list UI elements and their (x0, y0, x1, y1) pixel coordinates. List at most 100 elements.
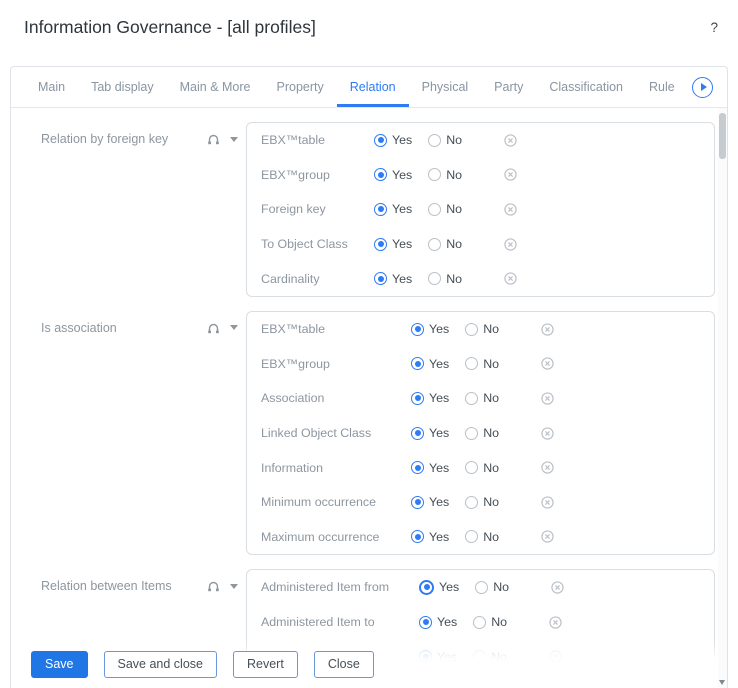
clear-value-icon[interactable] (541, 323, 554, 336)
tab-main-more[interactable]: Main & More (167, 67, 264, 107)
radio-yes[interactable] (411, 496, 424, 509)
radio-yes[interactable] (419, 616, 432, 629)
radio-option-no[interactable]: No (465, 426, 499, 440)
radio-yes[interactable] (374, 168, 387, 181)
radio-yes[interactable] (411, 323, 424, 336)
radio-option-yes[interactable]: Yes (411, 461, 449, 475)
radio-no[interactable] (475, 581, 488, 594)
save-and-close-button[interactable]: Save and close (104, 651, 217, 678)
radio-no[interactable] (465, 357, 478, 370)
radio-yes[interactable] (411, 461, 424, 474)
form-content: Relation by foreign keyEBX™tableYesNoEBX… (11, 108, 718, 688)
clear-value-icon[interactable] (551, 581, 564, 594)
tab-list: MainTab displayMain & MorePropertyRelati… (25, 67, 688, 107)
clear-value-icon[interactable] (549, 616, 562, 629)
radio-option-yes[interactable]: Yes (374, 237, 412, 251)
close-button[interactable]: Close (314, 651, 374, 678)
radio-no[interactable] (465, 323, 478, 336)
radio-yes[interactable] (374, 203, 387, 216)
radio-option-yes[interactable]: Yes (411, 391, 449, 405)
save-button[interactable]: Save (31, 651, 88, 678)
radio-no[interactable] (465, 461, 478, 474)
clear-value-icon[interactable] (504, 272, 517, 285)
radio-no[interactable] (428, 272, 441, 285)
radio-yes[interactable] (374, 238, 387, 251)
radio-option-no[interactable]: No (428, 272, 462, 286)
clear-value-icon[interactable] (541, 392, 554, 405)
tab-party[interactable]: Party (481, 67, 536, 107)
radio-option-no[interactable]: No (428, 202, 462, 216)
radio-option-yes[interactable]: Yes (411, 495, 449, 509)
radio-yes[interactable] (374, 272, 387, 285)
clear-value-icon[interactable] (504, 238, 517, 251)
radio-option-no[interactable]: No (473, 615, 507, 629)
radio-yes[interactable] (419, 580, 434, 595)
radio-option-yes[interactable]: Yes (374, 133, 412, 147)
clear-value-icon[interactable] (504, 168, 517, 181)
radio-no[interactable] (428, 203, 441, 216)
radio-no[interactable] (465, 392, 478, 405)
scrollbar[interactable] (718, 108, 727, 688)
clear-value-icon[interactable] (504, 203, 517, 216)
field-label: EBX™table (261, 322, 411, 336)
radio-option-no[interactable]: No (428, 237, 462, 251)
help-icon[interactable]: ? (710, 20, 718, 35)
clear-value-icon[interactable] (504, 134, 517, 147)
radio-no[interactable] (428, 134, 441, 147)
tab-panel: MainTab displayMain & MorePropertyRelati… (10, 66, 728, 688)
radio-option-yes[interactable]: Yes (411, 426, 449, 440)
radio-option-yes[interactable]: Yes (374, 272, 412, 286)
tab-main[interactable]: Main (25, 67, 78, 107)
tab-classification[interactable]: Classification (536, 67, 636, 107)
tab-tab-display[interactable]: Tab display (78, 67, 167, 107)
radio-no[interactable] (473, 616, 486, 629)
tab-rule[interactable]: Rule (636, 67, 688, 107)
clear-value-icon[interactable] (541, 530, 554, 543)
radio-yes[interactable] (374, 134, 387, 147)
clear-value-icon[interactable] (541, 496, 554, 509)
clear-value-icon[interactable] (541, 427, 554, 440)
radio-no[interactable] (428, 238, 441, 251)
tab-property[interactable]: Property (264, 67, 337, 107)
radio-yes-label: Yes (429, 357, 449, 371)
radio-no-label: No (483, 357, 499, 371)
chevron-down-icon[interactable] (230, 584, 238, 589)
radio-option-no[interactable]: No (465, 461, 499, 475)
radio-option-no[interactable]: No (465, 357, 499, 371)
form-row: Administered Item toYesNo (261, 605, 700, 640)
radio-option-no[interactable]: No (428, 133, 462, 147)
radio-option-yes[interactable]: Yes (411, 322, 449, 336)
tab-physical[interactable]: Physical (409, 67, 482, 107)
chevron-down-icon[interactable] (230, 325, 238, 330)
radio-option-no[interactable]: No (465, 530, 499, 544)
radio-option-yes[interactable]: Yes (411, 530, 449, 544)
radio-option-no[interactable]: No (465, 495, 499, 509)
scrollbar-down-arrow-icon[interactable] (719, 680, 725, 685)
radio-yes-label: Yes (429, 530, 449, 544)
radio-yes[interactable] (411, 530, 424, 543)
clear-value-icon[interactable] (541, 357, 554, 370)
radio-option-yes[interactable]: Yes (374, 168, 412, 182)
radio-no-label: No (446, 272, 462, 286)
revert-button[interactable]: Revert (233, 651, 298, 678)
chevron-down-icon[interactable] (230, 137, 238, 142)
radio-no[interactable] (465, 496, 478, 509)
radio-no[interactable] (465, 427, 478, 440)
radio-yes[interactable] (411, 427, 424, 440)
radio-option-no[interactable]: No (465, 391, 499, 405)
scrollbar-thumb[interactable] (719, 113, 726, 159)
radio-option-yes[interactable]: Yes (419, 615, 457, 629)
radio-no[interactable] (428, 168, 441, 181)
radio-option-no[interactable]: No (475, 580, 509, 594)
clear-value-icon[interactable] (541, 461, 554, 474)
radio-option-no[interactable]: No (465, 322, 499, 336)
radio-yes[interactable] (411, 392, 424, 405)
radio-option-yes[interactable]: Yes (411, 357, 449, 371)
tab-scroll-right-icon[interactable] (692, 77, 713, 98)
radio-no[interactable] (465, 530, 478, 543)
radio-yes[interactable] (411, 357, 424, 370)
radio-option-no[interactable]: No (428, 168, 462, 182)
radio-option-yes[interactable]: Yes (374, 202, 412, 216)
radio-option-yes[interactable]: Yes (419, 580, 459, 595)
tab-relation[interactable]: Relation (337, 67, 409, 107)
